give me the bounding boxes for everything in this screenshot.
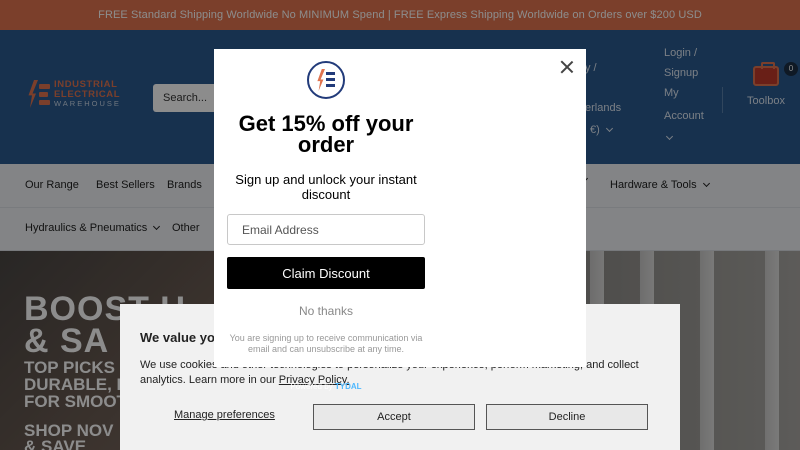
powered-by-label: Powered by	[290, 382, 333, 391]
tydal-brand: TYDAL	[334, 382, 362, 391]
powered-by[interactable]: Powered by TYDAL	[214, 382, 438, 391]
email-field[interactable]	[227, 214, 425, 245]
decline-button[interactable]: Decline	[486, 404, 648, 430]
brand-logo-icon	[307, 61, 345, 99]
discount-modal: Get 15% off your order Sign up and unloc…	[214, 49, 586, 367]
manage-preferences-link[interactable]: Manage preferences	[174, 409, 275, 421]
modal-heading: Get 15% off your order	[238, 111, 414, 157]
modal-fine-print: You are signing up to receive communicat…	[229, 333, 423, 354]
claim-discount-button[interactable]: Claim Discount	[227, 257, 425, 289]
close-icon[interactable]	[560, 60, 574, 74]
no-thanks-link[interactable]: No thanks	[214, 304, 438, 318]
cookie-title: We value yo	[140, 330, 215, 345]
accept-button[interactable]: Accept	[313, 404, 475, 430]
modal-subheading: Sign up and unlock your instant discount	[235, 172, 417, 202]
modal-content: Get 15% off your order Sign up and unloc…	[214, 49, 438, 367]
